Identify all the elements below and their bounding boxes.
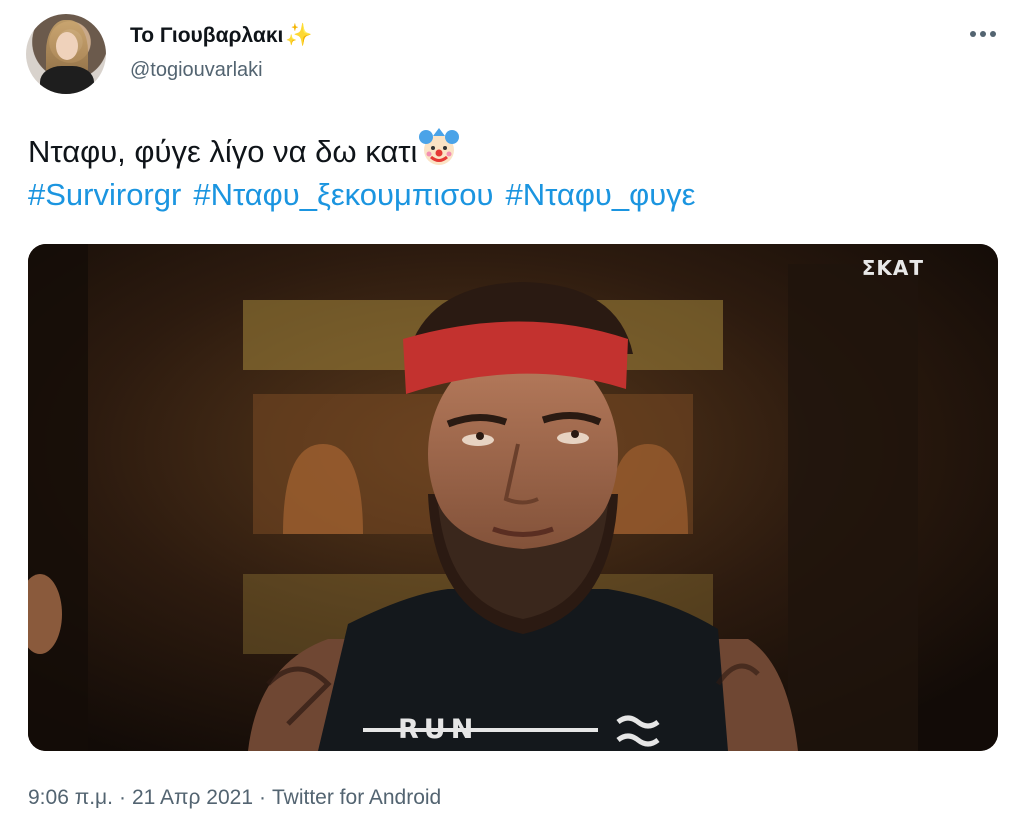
more-horizontal-icon (970, 31, 996, 37)
meta-separator: · (118, 786, 126, 809)
avatar[interactable] (26, 14, 106, 94)
author-display-name[interactable]: Το Γιουβαρλακι✨ (130, 22, 313, 48)
tweet-time[interactable]: 9:06 π.μ. (28, 786, 113, 809)
author-handle[interactable]: @togiouvarlaki (130, 59, 263, 82)
channel-watermark: ΣΚΑΤ (861, 256, 924, 280)
author-name-text: Το Γιουβαρλακι (130, 24, 284, 47)
avatar-face (56, 32, 78, 60)
hashtag-link[interactable]: #Νταφυ_ξεκουμπισου (193, 177, 493, 212)
hashtag-link[interactable]: #Νταφυ_φυγε (505, 177, 695, 212)
shirt-text: RUN (398, 714, 479, 745)
tweet-body-text: Νταφυ, φύγε λίγο να δω κατι (28, 134, 418, 169)
sparkles-icon: ✨ (285, 22, 313, 47)
media-video-still[interactable]: ΣΚΑΤ (28, 244, 998, 751)
meta-separator: · (259, 786, 266, 809)
tweet-date[interactable]: 21 Απρ 2021 (132, 786, 253, 809)
tweet-metadata: 9:06 π.μ. · 21 Απρ 2021 · Twitter for Androi… (28, 786, 441, 810)
hashtag-line: #Survirorgr #Νταφυ_ξεκουμπισου #Νταφυ_φυγε (28, 172, 708, 218)
tweet-card: Το Γιουβαρλακι✨ @togiouvarlaki Νταφυ, φύ… (0, 0, 1024, 824)
tweet-source[interactable]: Twitter for Android (272, 786, 441, 809)
hashtag-link[interactable]: #Survirorgr (28, 177, 181, 212)
more-options-button[interactable] (960, 16, 1006, 52)
avatar-body (40, 66, 94, 94)
